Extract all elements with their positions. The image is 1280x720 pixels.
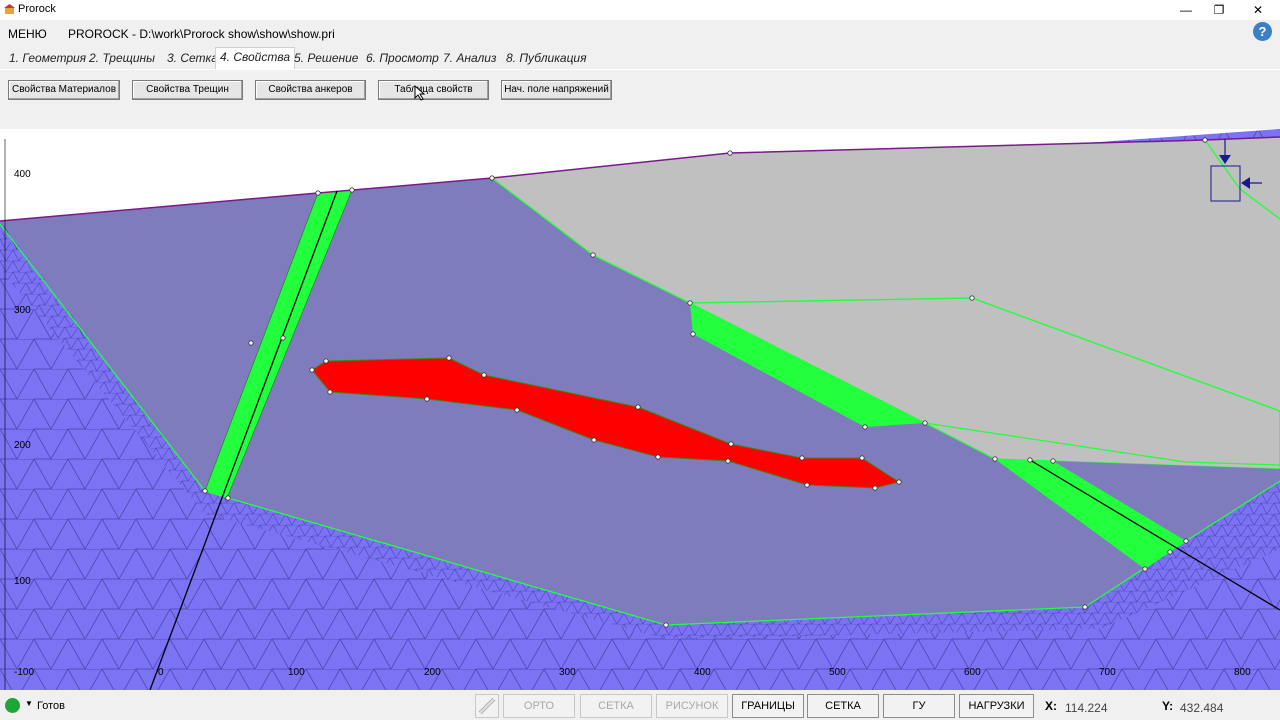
tab-publication[interactable]: 8. Публикация bbox=[502, 49, 591, 67]
tab-fractures[interactable]: 2. Трещины bbox=[85, 49, 159, 67]
initial-stress-button[interactable]: Нач. поле напряжений bbox=[501, 80, 612, 100]
status-indicator-icon bbox=[5, 698, 20, 713]
y-tick-label: 400 bbox=[14, 169, 31, 180]
boundaries-toggle[interactable]: ГРАНИЦЫ bbox=[732, 694, 804, 718]
x-tick-label: 300 bbox=[559, 667, 576, 678]
title-bar: Prorock — ❐ ✕ bbox=[0, 0, 1280, 20]
properties-toolbar: Свойства Материалов Свойства Трещин Свой… bbox=[0, 69, 1280, 127]
x-tick-label: 500 bbox=[829, 667, 846, 678]
tab-analysis[interactable]: 7. Анализ bbox=[439, 49, 501, 67]
ruler-icon[interactable] bbox=[475, 694, 499, 718]
app-icon bbox=[4, 4, 15, 14]
project-path: PROROCK - D:\work\Prorock show\show\show… bbox=[68, 27, 335, 41]
x-coordinate-label: X: bbox=[1045, 699, 1057, 713]
maximize-button[interactable]: ❐ bbox=[1201, 0, 1237, 20]
status-bar: ▼ Готов ОРТО СЕТКА РИСУНОК ГРАНИЦЫ СЕТКА… bbox=[0, 690, 1280, 720]
x-tick-label: 200 bbox=[424, 667, 441, 678]
menu-bar: МЕНЮ PROROCK - D:\work\Prorock show\show… bbox=[0, 20, 1280, 46]
y-coordinate-value: 432.484 bbox=[1180, 701, 1224, 715]
main-menu-button[interactable]: МЕНЮ bbox=[8, 27, 47, 41]
tab-properties[interactable]: 4. Свойства bbox=[215, 47, 296, 69]
tab-solution[interactable]: 5. Решение bbox=[290, 49, 362, 67]
y-tick-label: 200 bbox=[14, 440, 31, 451]
status-text: Готов bbox=[37, 700, 65, 712]
close-button[interactable]: ✕ bbox=[1240, 0, 1276, 20]
y-tick-label: 100 bbox=[14, 576, 31, 587]
x-coordinate-value: 114.224 bbox=[1065, 701, 1108, 715]
fracture-properties-button[interactable]: Свойства Трещин bbox=[132, 80, 243, 100]
anchor-properties-button[interactable]: Свойства анкеров bbox=[255, 80, 366, 100]
drawing-toggle[interactable]: РИСУНОК bbox=[656, 694, 728, 718]
ortho-toggle[interactable]: ОРТО bbox=[503, 694, 575, 718]
tab-bar: 1. Геометрия 2. Трещины 3. Сетка 4. Свой… bbox=[0, 47, 1280, 69]
loads-toggle[interactable]: НАГРУЗКИ bbox=[959, 694, 1034, 718]
x-tick-label: 400 bbox=[694, 667, 711, 678]
x-tick-label: 100 bbox=[288, 667, 305, 678]
material-properties-button[interactable]: Свойства Материалов bbox=[8, 80, 120, 100]
mesh-toggle[interactable]: СЕТКА bbox=[807, 694, 879, 718]
x-tick-label: 0 bbox=[158, 667, 164, 678]
y-coordinate-label: Y: bbox=[1162, 699, 1174, 713]
status-dropdown-icon[interactable]: ▼ bbox=[25, 699, 33, 708]
x-tick-label: 800 bbox=[1234, 667, 1251, 678]
window-title: Prorock bbox=[18, 3, 56, 15]
model-canvas[interactable]: 400 300 200 100 -100 0 100 200 300 400 5… bbox=[0, 129, 1280, 690]
y-tick-label: 300 bbox=[14, 305, 31, 316]
properties-table-button[interactable]: Таблица свойств bbox=[378, 80, 489, 100]
minimize-button[interactable]: — bbox=[1168, 0, 1204, 20]
x-tick-label: 700 bbox=[1099, 667, 1116, 678]
x-tick-label: 600 bbox=[964, 667, 981, 678]
tab-mesh[interactable]: 3. Сетка bbox=[163, 49, 222, 67]
help-icon[interactable]: ? bbox=[1253, 22, 1272, 41]
tab-view[interactable]: 6. Просмотр bbox=[362, 49, 443, 67]
y-tick-label: -100 bbox=[14, 667, 34, 678]
boundary-conditions-toggle[interactable]: ГУ bbox=[883, 694, 955, 718]
tab-geometry[interactable]: 1. Геометрия bbox=[5, 49, 90, 67]
grid-snap-toggle[interactable]: СЕТКА bbox=[580, 694, 652, 718]
mouse-cursor-icon bbox=[414, 85, 426, 101]
